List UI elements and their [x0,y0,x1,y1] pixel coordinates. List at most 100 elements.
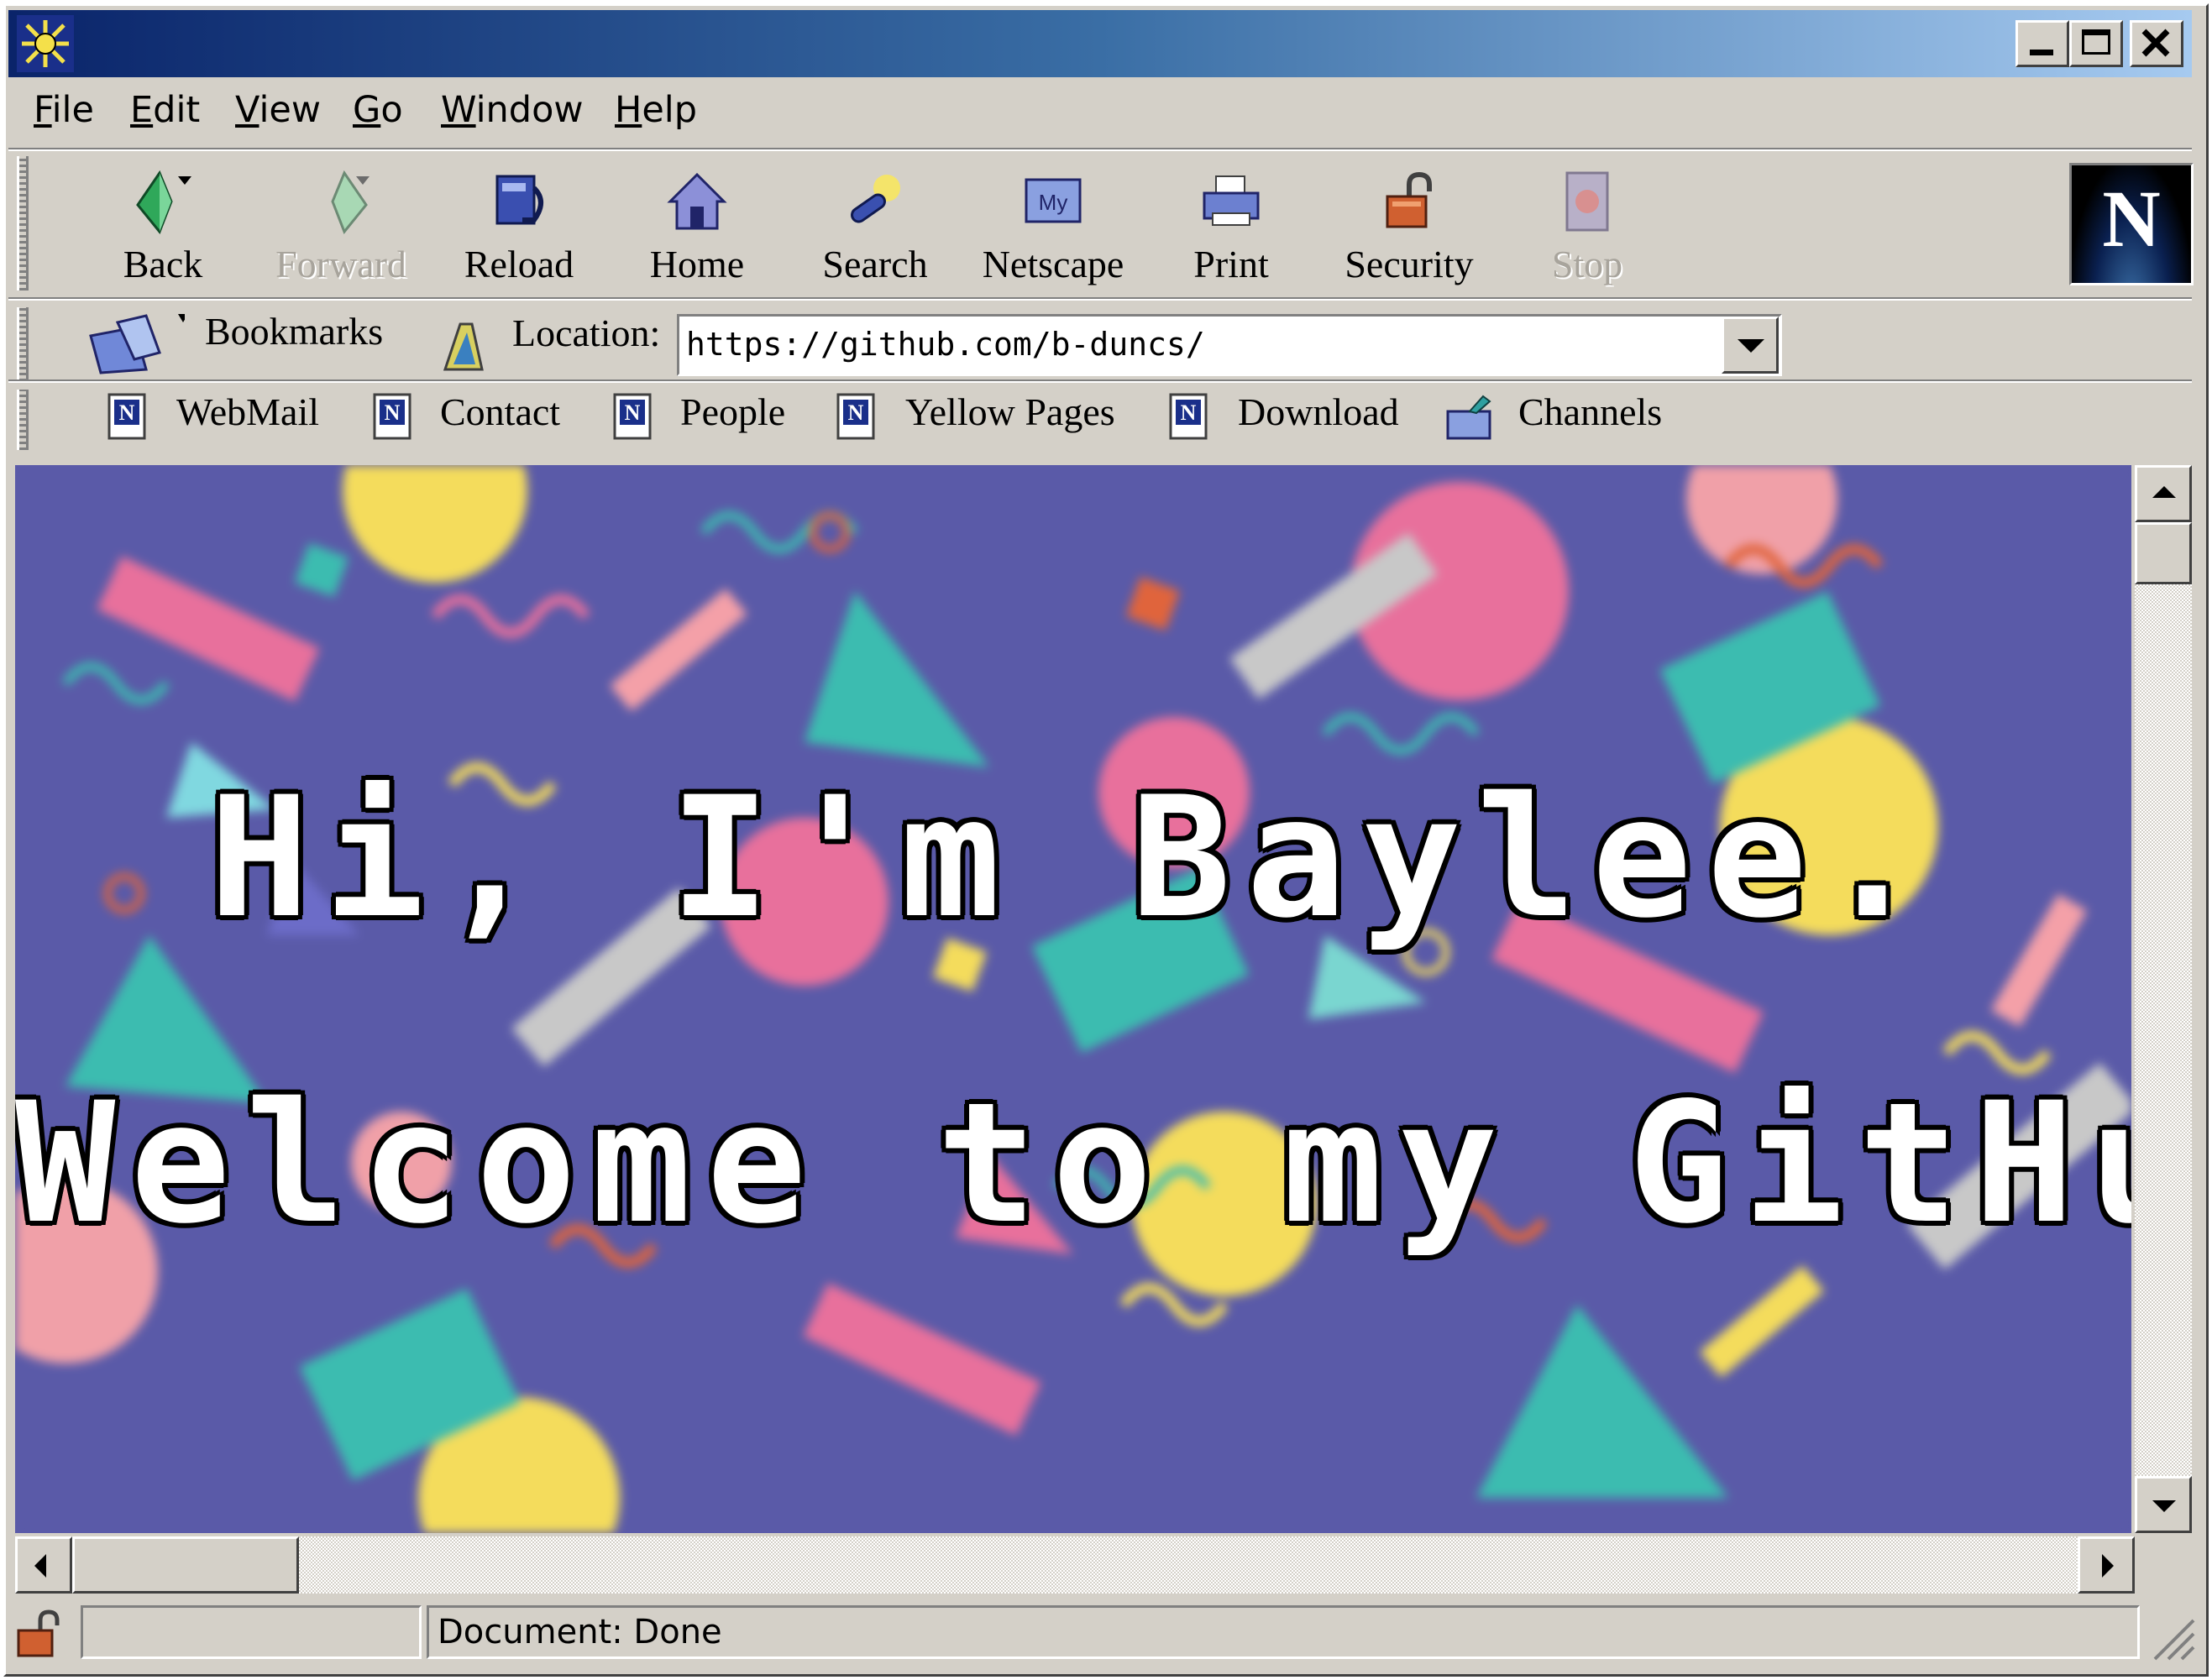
netscape-n-logo[interactable]: N [2069,163,2194,285]
svg-text:My: My [1039,190,1068,215]
forward-icon [331,170,370,234]
svg-text:N: N [385,400,401,425]
print-label: Print [1193,243,1269,285]
yellow-pages-label: Yellow Pages [905,390,1115,433]
webmail-label: WebMail [176,390,320,433]
netscape-button[interactable]: My Netscape [969,160,1137,298]
home-button[interactable]: Home [613,160,781,298]
status-text-pane: Document: Done [427,1605,2140,1659]
channels-label: Channels [1518,390,1663,433]
stop-button[interactable]: Stop [1503,160,1671,298]
reload-icon [495,175,543,225]
personal-item-people[interactable]: N People [611,388,805,447]
personal-item-contact[interactable]: N Contact [371,388,581,447]
bookmark-page-icon: N [613,393,652,440]
home-icon [667,172,727,230]
people-label: People [680,390,786,433]
bookmarks-icon[interactable] [84,311,185,378]
personal-item-download[interactable]: N Download [1167,388,1419,447]
url-dropdown-button[interactable] [1722,317,1779,374]
scroll-down-button[interactable] [2135,1476,2192,1533]
progress-pane [81,1605,422,1659]
netscape-app-icon [17,15,74,72]
minimize-button[interactable] [2015,20,2069,67]
minimize-icon [2030,50,2053,55]
scroll-up-button[interactable] [2135,465,2192,522]
arrow-down-icon [2152,1500,2176,1512]
contact-label: Contact [440,390,561,433]
search-button[interactable]: Search [791,160,959,298]
maximize-icon [2082,29,2110,55]
security-button[interactable]: Security [1325,160,1493,298]
svg-text:N: N [625,400,641,425]
netscape-n-letter: N [2102,174,2161,264]
vertical-scrollbar[interactable] [2135,465,2192,1533]
personal-item-webmail[interactable]: N WebMail [106,388,333,447]
separator [8,379,2192,383]
location-label: Location: [512,311,661,354]
print-icon [1203,175,1260,226]
memphis-pattern-background [15,465,2131,1533]
location-icon [443,322,484,371]
back-icon [136,170,191,234]
stop-icon [1565,171,1609,232]
resize-grip-icon[interactable] [2146,1612,2197,1662]
stop-label: Stop [1551,243,1623,285]
personal-item-channels[interactable]: Channels [1444,388,1696,447]
arrow-left-icon [34,1554,46,1578]
svg-text:N: N [1181,400,1197,425]
menu-edit[interactable]: Edit [130,89,200,131]
bookmark-page-icon: N [1169,393,1208,440]
menu-help[interactable]: Help [615,89,697,131]
title-bar [8,10,2192,77]
download-label: Download [1238,390,1399,433]
security-label: Security [1344,243,1474,285]
back-label: Back [123,243,203,285]
close-icon [2141,29,2170,57]
home-label: Home [649,243,745,285]
forward-button[interactable]: Forward [257,160,425,298]
status-text: Document: Done [438,1613,722,1651]
bookmark-page-icon: N [373,393,411,440]
bookmarks-label[interactable]: Bookmarks [205,309,383,353]
security-status-icon[interactable] [12,1607,71,1661]
chevron-down-icon [1738,339,1764,353]
menu-window[interactable]: Window [441,89,584,131]
arrow-up-icon [2152,486,2176,498]
horizontal-scroll-thumb[interactable] [72,1536,299,1594]
scroll-right-button[interactable] [2078,1536,2135,1594]
horizontal-scrollbar[interactable] [15,1536,2135,1594]
vertical-scroll-thumb[interactable] [2135,522,2192,584]
reload-label: Reload [464,243,574,285]
security-lock-icon [1386,171,1432,228]
menu-file[interactable]: File [34,89,94,131]
reload-button[interactable]: Reload [435,160,603,298]
svg-text:N: N [119,400,135,425]
page-content[interactable]: Hi, I'm Baylee. Welcome to my GitHub. [15,465,2131,1533]
arrow-right-icon [2102,1554,2114,1578]
status-bar: Document: Done [8,1602,2195,1664]
greeting-heading: Hi, I'm Baylee. [208,761,1938,955]
welcome-heading: Welcome to my GitHub. [15,1066,2131,1260]
search-icon [851,175,900,223]
scroll-left-button[interactable] [15,1536,72,1594]
print-button[interactable]: Print [1147,160,1315,298]
bookmark-page-icon: N [836,393,875,440]
my-netscape-icon: My [1025,178,1082,223]
svg-text:N: N [848,400,864,425]
separator [8,297,2192,301]
personal-toolbar-grip[interactable] [17,390,29,450]
separator [8,148,2192,151]
menu-bar: File Edit View Go Window Help [8,84,2192,143]
menu-go[interactable]: Go [353,89,403,131]
personal-item-yellow-pages[interactable]: N Yellow Pages [835,388,1137,447]
close-button[interactable] [2130,20,2183,67]
bookmark-page-icon: N [107,393,146,440]
menu-view[interactable]: View [235,89,321,131]
location-grip[interactable] [17,307,29,381]
back-button[interactable]: Back [79,160,247,298]
maximize-button[interactable] [2069,20,2123,67]
channels-icon [1446,395,1491,440]
location-url-input[interactable]: https://github.com/b-duncs/ [677,314,1782,376]
toolbar-grip[interactable] [17,156,29,290]
